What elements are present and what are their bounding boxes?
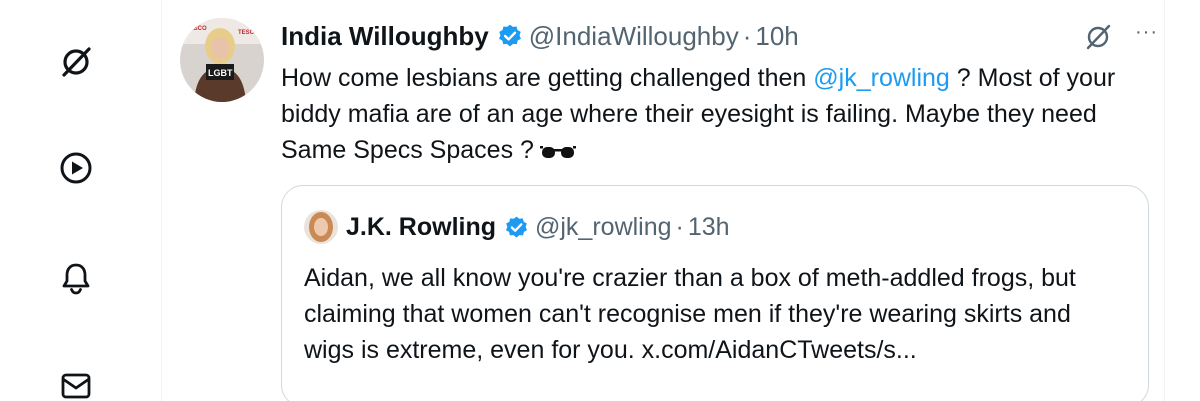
quoted-header-separator: · bbox=[675, 212, 684, 241]
tweet-content: India Willoughby @IndiaWilloughby · 10h … bbox=[281, 18, 1151, 401]
quoted-author-avatar[interactable] bbox=[304, 210, 338, 244]
mail-icon bbox=[61, 373, 91, 399]
author-handle[interactable]: @IndiaWilloughby bbox=[529, 21, 739, 52]
nav-notifications-button[interactable] bbox=[52, 254, 100, 302]
right-column-edge bbox=[1164, 0, 1200, 401]
grok-explain-button[interactable] bbox=[1083, 22, 1113, 52]
tweet[interactable]: TESCO TESCO LGBT India Willoughby @India… bbox=[163, 0, 1164, 401]
quoted-tweet-timestamp[interactable]: 13h bbox=[688, 213, 730, 242]
quoted-tweet-text: Aidan, we all know you're crazier than a… bbox=[304, 264, 1076, 364]
quoted-tweet[interactable]: J.K. Rowling @jk_rowling · 13h Aidan, we… bbox=[281, 185, 1149, 401]
author-name[interactable]: India Willoughby bbox=[281, 21, 489, 52]
quoted-author-avatar-image bbox=[304, 210, 338, 244]
tweet-timestamp[interactable]: 10h bbox=[755, 21, 798, 52]
glasses-icon bbox=[539, 146, 576, 158]
tweet-text: How come lesbians are getting challenged… bbox=[281, 60, 1141, 168]
header-separator: · bbox=[742, 20, 752, 51]
nav-messages-button[interactable] bbox=[52, 362, 100, 401]
author-avatar-image: TESCO TESCO LGBT bbox=[180, 18, 264, 102]
verified-badge-icon bbox=[498, 24, 521, 47]
avatar-sign-text: LGBT bbox=[208, 68, 233, 78]
nav-grok-button[interactable] bbox=[52, 38, 100, 86]
author-avatar[interactable]: TESCO TESCO LGBT bbox=[180, 18, 264, 102]
mention-link[interactable]: @jk_rowling bbox=[813, 64, 950, 92]
quoted-tweet-header: J.K. Rowling @jk_rowling · 13h bbox=[304, 210, 1126, 244]
tweet-header-actions: ··· bbox=[1083, 22, 1158, 52]
nav-video-button[interactable] bbox=[52, 144, 100, 192]
grok-small-icon bbox=[1086, 24, 1111, 50]
tweet-header: India Willoughby @IndiaWilloughby · 10h bbox=[281, 18, 1151, 54]
svg-text:TESCO: TESCO bbox=[238, 30, 259, 36]
sidebar-nav bbox=[0, 0, 162, 401]
quoted-author-handle[interactable]: @jk_rowling bbox=[535, 213, 672, 242]
tweet-text-part1: How come lesbians are getting challenged… bbox=[281, 64, 814, 92]
more-options-button[interactable]: ··· bbox=[1135, 22, 1158, 42]
play-circle-icon bbox=[60, 152, 92, 184]
bell-icon bbox=[62, 263, 90, 295]
grok-icon bbox=[62, 47, 91, 77]
svg-text:TESCO: TESCO bbox=[186, 26, 207, 32]
quoted-author-name[interactable]: J.K. Rowling bbox=[346, 213, 496, 242]
quoted-verified-badge-icon bbox=[505, 216, 528, 237]
